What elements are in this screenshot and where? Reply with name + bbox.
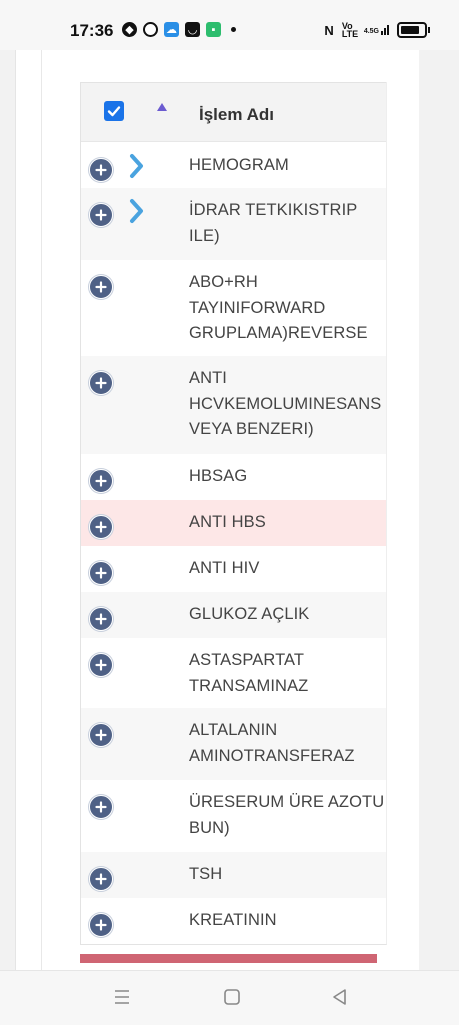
plus-icon [95, 377, 107, 389]
table-row[interactable]: HBSAG [81, 454, 386, 500]
procedure-name: HEMOGRAM [189, 156, 289, 174]
status-time: 17:36 [70, 21, 114, 40]
table-row[interactable]: İDRAR TETKIKISTRIP ILE) [81, 188, 386, 260]
table-row[interactable]: KREATININ [81, 898, 386, 944]
table-row[interactable]: ANTI HCVKEMOLUMINESANS VEYA BENZERI) [81, 356, 386, 454]
table-row[interactable]: GLUKOZ AÇLIK [81, 592, 386, 638]
table-body: HEMOGRAM İDRAR TETKIKISTRIP ILE) ABO+RH TA… [81, 142, 386, 944]
expand-row-button[interactable] [89, 469, 113, 493]
signal-icon: 4.5G [364, 25, 389, 35]
volte-icon: Vo LTE [341, 21, 359, 39]
procedure-name: GLUKOZ AÇLIK [189, 605, 310, 623]
expand-row-button[interactable] [89, 275, 113, 299]
plus-icon [95, 475, 107, 487]
procedure-name: TSH [189, 865, 223, 883]
plus-icon [95, 659, 107, 671]
expand-row-button[interactable] [89, 203, 113, 227]
network-type-label: 4.5G [363, 28, 379, 35]
chevron-right-icon[interactable] [127, 198, 145, 229]
plus-icon [95, 801, 107, 813]
more-notifications-icon [231, 27, 236, 32]
column-header-label[interactable]: İşlem Adı [199, 105, 274, 125]
plus-icon [95, 209, 107, 221]
table-row[interactable]: ABO+RH TAYINIFORWARD GRUPLAMA)REVERSE [81, 260, 386, 356]
select-all-checkbox[interactable] [104, 101, 124, 121]
expand-row-button[interactable] [89, 158, 113, 182]
table-header: İşlem Adı [81, 82, 386, 142]
expand-row-button[interactable] [89, 795, 113, 819]
home-nav-icon[interactable] [222, 987, 242, 1007]
procedure-name: ANTI HIV [189, 559, 260, 577]
procedure-name: ANTI HCVKEMOLUMINESANS VEYA BENZERI) [189, 369, 382, 438]
procedure-name: ASTASPARTAT TRANSAMINAZ [189, 651, 309, 695]
sort-ascending-icon[interactable] [157, 103, 167, 111]
back-nav-icon[interactable] [330, 987, 350, 1007]
expand-row-button[interactable] [89, 723, 113, 747]
table-row[interactable]: ALTALANIN AMINOTRANSFERAZ [81, 708, 386, 780]
procedure-name: İDRAR TETKIKISTRIP ILE) [189, 201, 358, 245]
procedure-name: KREATININ [189, 911, 277, 929]
expand-row-button[interactable] [89, 653, 113, 677]
plus-icon [95, 613, 107, 625]
cloud-app-icon: ☁ [164, 22, 179, 37]
plus-icon [95, 164, 107, 176]
expand-row-button[interactable] [89, 515, 113, 539]
table-row[interactable]: HEMOGRAM [81, 142, 386, 188]
table-row[interactable]: TSH [81, 852, 386, 898]
menu-nav-icon[interactable] [112, 987, 132, 1007]
navigation-bar [0, 970, 459, 1025]
nfc-icon: N [324, 22, 334, 38]
whatsapp-icon [143, 22, 158, 37]
procedure-name: ALTALANIN AMINOTRANSFERAZ [189, 721, 355, 765]
plus-icon [95, 567, 107, 579]
plus-icon [95, 873, 107, 885]
procedure-name: ANTI HBS [189, 513, 266, 531]
footer-bar[interactable] [80, 954, 377, 963]
expand-row-button[interactable] [89, 867, 113, 891]
plus-icon [95, 521, 107, 533]
notification-icons: ◆ ☁ ◡ ▪ [122, 22, 236, 37]
procedure-name: ABO+RH TAYINIFORWARD GRUPLAMA)REVERSE [189, 273, 368, 342]
expand-row-button[interactable] [89, 371, 113, 395]
expand-row-button[interactable] [89, 561, 113, 585]
expand-row-button[interactable] [89, 913, 113, 937]
system-icons: N Vo LTE 4.5G [324, 21, 430, 39]
table-row[interactable]: ASTASPARTAT TRANSAMINAZ [81, 638, 386, 708]
battery-icon [397, 22, 430, 38]
status-bar: 17:36 ◆ ☁ ◡ ▪ N Vo LTE 4.5G [0, 0, 459, 50]
messages-icon: ▪ [206, 22, 221, 37]
plus-icon [95, 919, 107, 931]
procedure-name: ÜRESERUM ÜRE AZOTU BUN) [189, 793, 385, 837]
table-row[interactable]: ANTI HIV [81, 546, 386, 592]
plus-icon [95, 281, 107, 293]
snapchat-icon: ◆ [122, 22, 137, 37]
table-row[interactable]: ÜRESERUM ÜRE AZOTU BUN) [81, 780, 386, 852]
table-row[interactable]: ANTI HBS [81, 500, 386, 546]
plus-icon [95, 729, 107, 741]
chat-app-icon: ◡ [185, 22, 200, 37]
procedures-table: İşlem Adı HEMOGRAM İDRAR TETKIKISTRIP ILE… [80, 82, 387, 945]
chevron-right-icon[interactable] [127, 153, 145, 184]
expand-row-button[interactable] [89, 607, 113, 631]
check-icon [107, 106, 121, 117]
procedure-name: HBSAG [189, 467, 248, 485]
